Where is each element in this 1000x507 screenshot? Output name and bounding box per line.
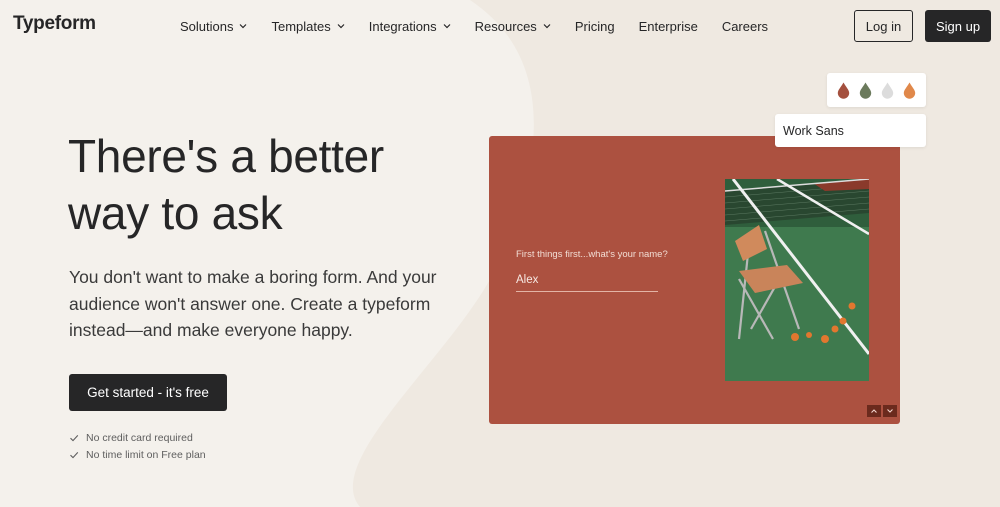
top-nav: Typeform Solutions Templates Integration… [0, 0, 1000, 52]
check-icon [70, 452, 79, 459]
swatch-drop-icon[interactable] [903, 82, 916, 99]
perk-item: No time limit on Free plan [69, 449, 206, 461]
question-nav-arrows [865, 405, 897, 417]
swatch-drop-icon[interactable] [859, 82, 872, 99]
question-label: First things first...what's your name? [516, 249, 668, 260]
nav-item-label: Careers [721, 18, 769, 34]
perk-item: No credit card required [69, 432, 193, 444]
nav-item-label: Integrations [368, 18, 437, 34]
nav-item-label: Solutions [180, 18, 234, 34]
chevron-down-icon [887, 409, 893, 413]
nav-item-pricing[interactable]: Pricing [575, 19, 615, 34]
nav-item-label: Resources [474, 18, 537, 34]
perk-label: No credit card required [86, 432, 193, 444]
chevron-up-icon [871, 409, 877, 413]
next-question-button[interactable] [883, 405, 897, 417]
form-preview: First things first...what's your name? A… [489, 136, 900, 424]
chevron-down-icon [337, 24, 345, 29]
chevron-down-icon [240, 24, 247, 29]
main-menu: Solutions Templates Integrations Resourc… [180, 17, 792, 35]
login-button[interactable]: Log in [854, 10, 913, 42]
headline-line-1: There's a better [68, 130, 384, 182]
nav-item-label: Enterprise [638, 18, 698, 34]
nav-item-enterprise[interactable]: Enterprise [639, 19, 698, 34]
nav-item-templates[interactable]: Templates [271, 18, 345, 34]
court-illustration [725, 179, 869, 381]
typeform-logo[interactable]: Typeform [13, 13, 96, 35]
answer-underline [516, 291, 658, 292]
hero-subtext: You don't want to make a boring form. An… [69, 267, 437, 340]
previous-question-button[interactable] [867, 405, 881, 417]
chair-tennis-court-image [725, 179, 869, 381]
nav-item-careers[interactable]: Careers [722, 19, 768, 34]
chevron-down-icon [443, 24, 451, 29]
signup-button[interactable]: Sign up [925, 10, 991, 42]
get-started-button[interactable]: Get started - it's free [69, 374, 227, 411]
nav-item-label: Pricing [574, 18, 615, 34]
swatch-drop-icon[interactable] [837, 82, 850, 99]
nav-item-label: Templates [271, 18, 331, 34]
hero-headline: There's a better way to ask [68, 128, 468, 242]
perk-label: No time limit on Free plan [86, 449, 206, 461]
swatch-drop-icon[interactable] [881, 82, 894, 99]
headline-line-2: way to ask [68, 187, 283, 239]
nav-item-solutions[interactable]: Solutions [180, 19, 247, 34]
nav-item-integrations[interactable]: Integrations [369, 19, 451, 34]
nav-item-resources[interactable]: Resources [475, 19, 551, 34]
font-picker[interactable]: Work Sans [775, 114, 926, 147]
color-swatch-picker [827, 73, 926, 107]
chevron-down-icon [543, 24, 551, 29]
answer-value[interactable]: Alex [516, 274, 538, 286]
check-icon [70, 435, 79, 442]
